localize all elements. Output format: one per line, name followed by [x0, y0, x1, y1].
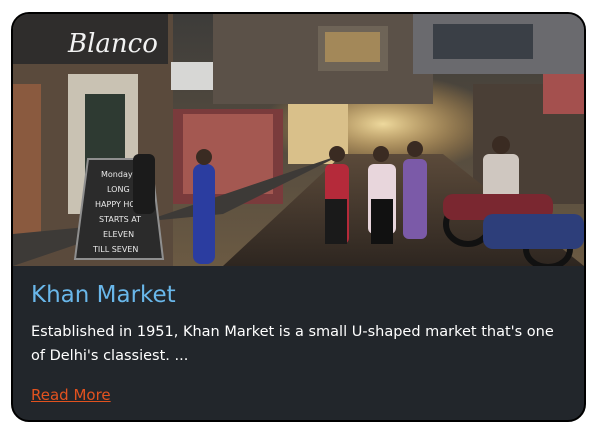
svg-text:LONG: LONG — [107, 185, 130, 194]
svg-text:STARTS AT: STARTS AT — [99, 215, 141, 224]
svg-text:ELEVEN: ELEVEN — [103, 230, 134, 239]
svg-text:Monday: Monday — [101, 170, 133, 179]
card-description: Established in 1951, Khan Market is a sm… — [31, 324, 554, 364]
market-photo[interactable]: Blanco Monday LONG HAPPY HOUR STARTS AT … — [13, 14, 584, 266]
shop-sign-text: Blanco — [67, 29, 158, 59]
svg-text:TILL SEVEN: TILL SEVEN — [92, 245, 138, 254]
read-more-link[interactable]: Read More — [31, 386, 111, 404]
card-title: Khan Market — [31, 282, 176, 308]
market-card: Blanco Monday LONG HAPPY HOUR STARTS AT … — [11, 12, 586, 422]
